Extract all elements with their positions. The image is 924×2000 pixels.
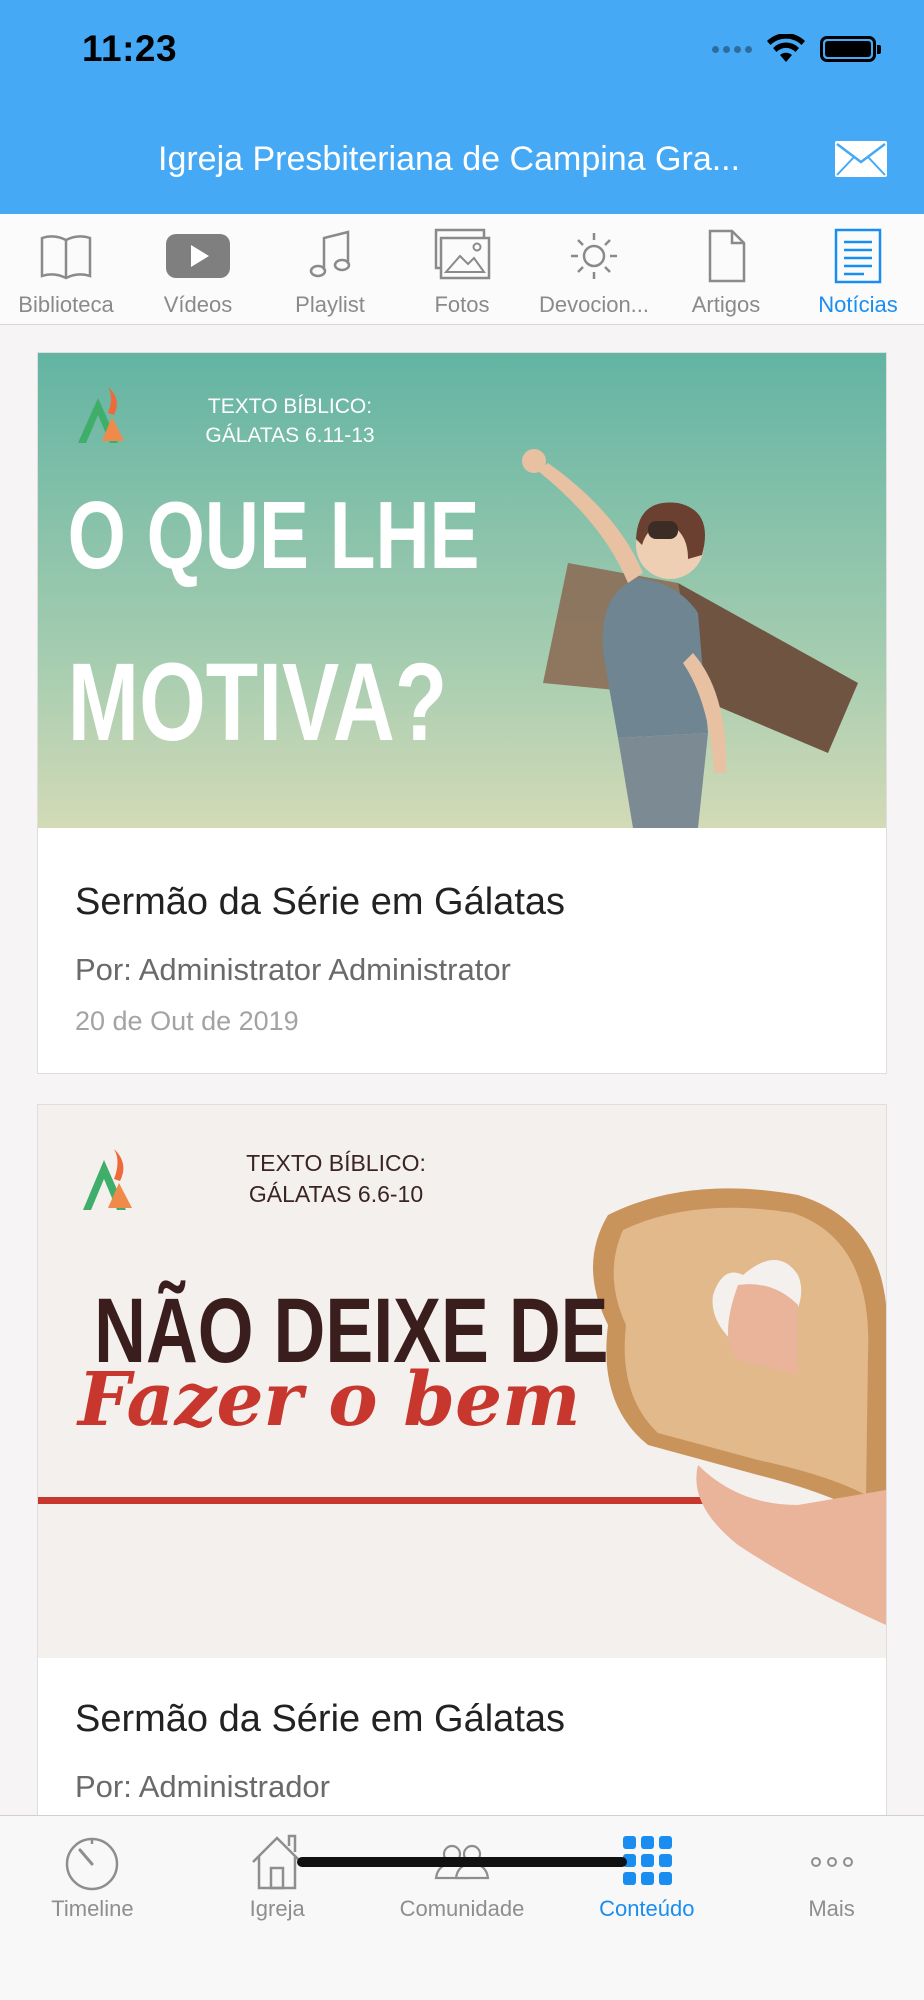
category-label: Playlist: [295, 292, 365, 317]
bible-ref-line1: TEXTO BÍBLICO:: [246, 1150, 426, 1176]
tab-label: Mais: [808, 1896, 855, 1921]
news-feed[interactable]: TEXTO BÍBLICO: GÁLATAS 6.11-13 O QUE LHE…: [0, 326, 924, 1815]
tab-igreja[interactable]: Igreja: [185, 1816, 370, 1936]
wifi-icon: [767, 34, 805, 62]
status-indicators: [712, 34, 881, 64]
home-indicator: [297, 1857, 627, 1867]
category-noticias[interactable]: Notícias: [792, 214, 924, 324]
category-videos[interactable]: Vídeos: [132, 214, 264, 324]
document-icon: [708, 229, 746, 283]
tab-mais[interactable]: Mais: [739, 1816, 924, 1936]
post-image: TEXTO BÍBLICO: GÁLATAS 6.11-13 O QUE LHE…: [38, 353, 886, 828]
news-icon: [834, 228, 882, 284]
post-author: Por: Administrator Administrator: [75, 952, 511, 987]
book-icon: [40, 235, 92, 280]
bible-ref-line2: GÁLATAS 6.6-10: [249, 1181, 423, 1207]
tab-label: Conteúdo: [599, 1896, 695, 1921]
post-date: 20 de Out de 2019: [75, 1006, 299, 1036]
category-label: Notícias: [818, 292, 898, 317]
bottom-tab-bar: Timeline Igreja Comunidade Conteúdo Mais: [0, 1815, 924, 2000]
post-title[interactable]: Sermão da Série em Gálatas: [75, 1698, 849, 1741]
post-image-art: TEXTO BÍBLICO: GÁLATAS 6.11-13 O QUE LHE…: [38, 353, 886, 828]
post-image: TEXTO BÍBLICO: GÁLATAS 6.6-10 NÃO DEIXE …: [38, 1105, 886, 1658]
category-label: Vídeos: [163, 292, 233, 317]
headline-line1: O QUE LHE: [68, 482, 480, 589]
headline-line2: MOTIVA?: [68, 641, 448, 764]
category-label: Devocion...: [538, 292, 650, 317]
category-bar: Biblioteca Vídeos Playlist Fotos Devocio…: [0, 214, 924, 325]
photos-icon: [434, 228, 491, 280]
more-icon: [810, 1857, 853, 1867]
category-fotos[interactable]: Fotos: [396, 214, 528, 324]
post-author: Por: Administrador: [75, 1769, 330, 1804]
app-header: 11:23 Igreja Presbiteriana de Campina Gr…: [0, 0, 924, 214]
news-card[interactable]: TEXTO BÍBLICO: GÁLATAS 6.6-10 NÃO DEIXE …: [37, 1104, 887, 1815]
bible-ref-line1: TEXTO BÍBLICO:: [208, 395, 372, 418]
tab-label: Timeline: [51, 1896, 134, 1921]
play-icon: [166, 234, 230, 278]
category-label: Fotos: [434, 292, 490, 317]
bible-ref-line2: GÁLATAS 6.11-13: [205, 424, 374, 447]
post-title[interactable]: Sermão da Série em Gálatas: [75, 881, 849, 924]
category-label: Biblioteca: [18, 292, 114, 317]
tab-label: Comunidade: [399, 1896, 525, 1921]
headline-line2: Fazer o bem: [76, 1357, 581, 1443]
battery-icon: [820, 36, 881, 62]
tab-comunidade[interactable]: Comunidade: [370, 1816, 555, 1936]
status-time: 11:23: [82, 28, 178, 69]
category-playlist[interactable]: Playlist: [264, 214, 396, 324]
category-biblioteca[interactable]: Biblioteca: [0, 214, 132, 324]
category-devocional[interactable]: Devocion...: [528, 214, 660, 324]
tab-timeline[interactable]: Timeline: [0, 1816, 185, 1936]
app-title: Igreja Presbiteriana de Campina Gra...: [158, 140, 741, 178]
timeline-icon: [66, 1837, 119, 1891]
category-label: Artigos: [691, 292, 761, 317]
sun-icon: [571, 233, 617, 279]
category-artigos[interactable]: Artigos: [660, 214, 792, 324]
post-body: Sermão da Série em Gálatas Por: Administ…: [38, 1698, 886, 1805]
news-card[interactable]: TEXTO BÍBLICO: GÁLATAS 6.11-13 O QUE LHE…: [37, 352, 887, 1074]
music-note-icon: [309, 230, 351, 278]
tab-label: Igreja: [249, 1896, 305, 1921]
envelope-icon[interactable]: [834, 140, 888, 178]
post-image-art: TEXTO BÍBLICO: GÁLATAS 6.6-10 NÃO DEIXE …: [38, 1105, 886, 1658]
tab-conteudo[interactable]: Conteúdo: [554, 1816, 739, 1936]
post-body: Sermão da Série em Gálatas Por: Administ…: [38, 881, 886, 1037]
signal-icon: [712, 45, 752, 53]
